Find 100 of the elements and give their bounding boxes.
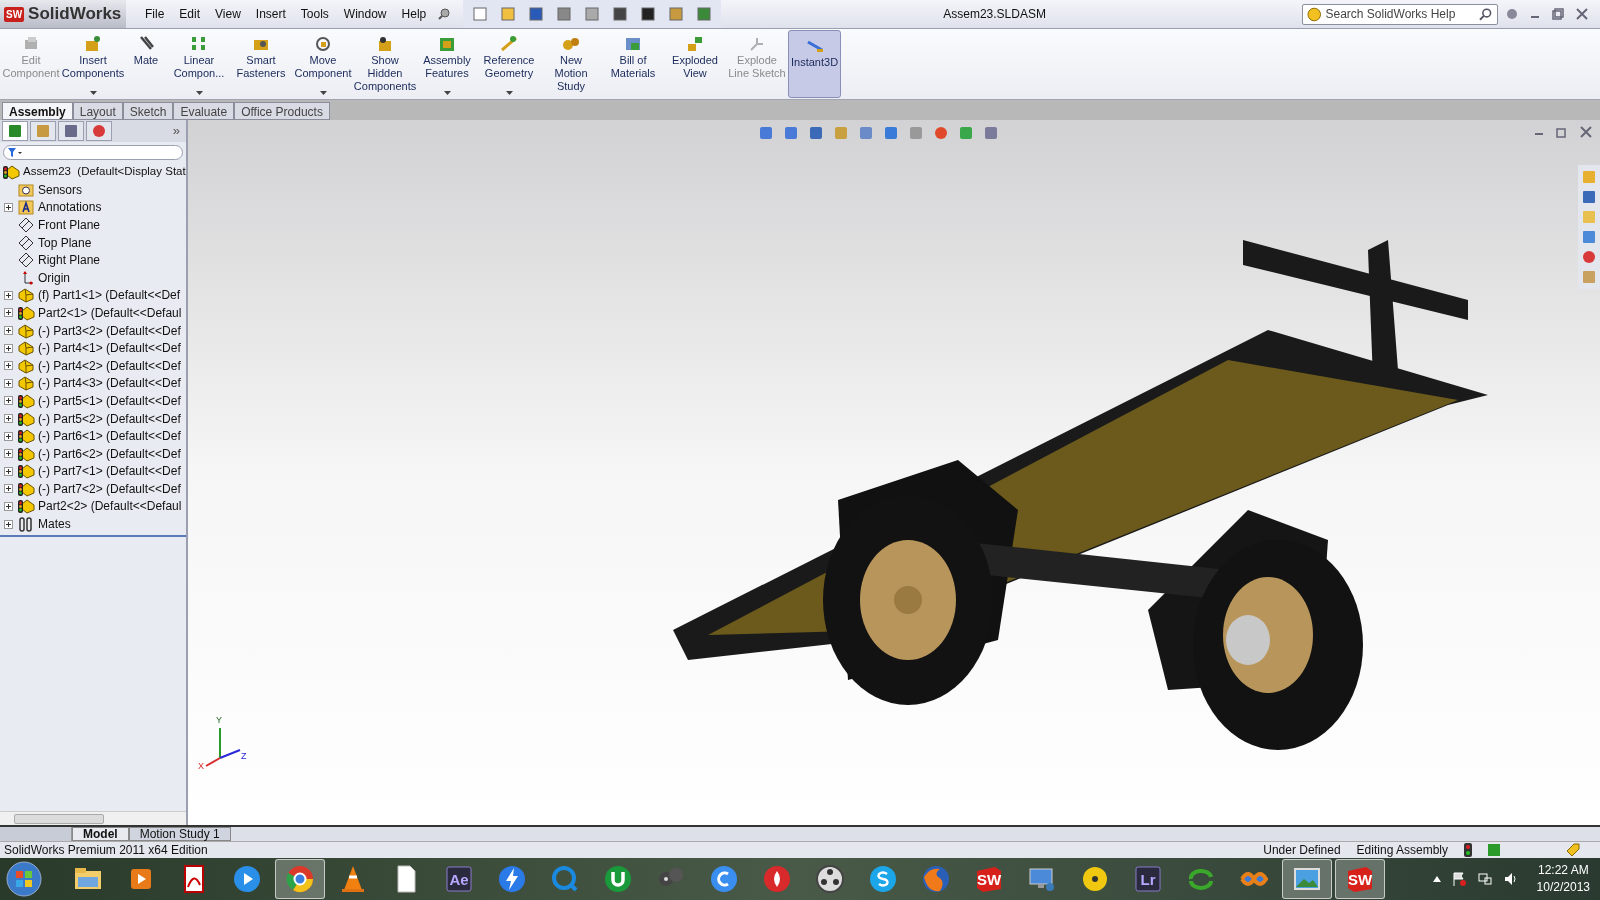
ribbon-button[interactable]: Assembly Features	[416, 29, 478, 99]
tree-item[interactable]: (-) Part5<1> (Default<<Def	[38, 391, 181, 410]
filter-field[interactable]	[3, 145, 183, 160]
command-tab[interactable]: Layout	[72, 102, 123, 120]
help-search-field[interactable]: Search SolidWorks Help	[1302, 3, 1498, 25]
view-tool-icon[interactable]	[883, 125, 899, 141]
command-tab[interactable]: Office Products	[234, 102, 330, 120]
ribbon-button[interactable]: Mate	[124, 29, 168, 99]
speaker-icon[interactable]	[1502, 871, 1519, 887]
command-tab[interactable]: Evaluate	[173, 102, 235, 120]
close-icon[interactable]	[1580, 126, 1592, 138]
tree-item[interactable]: (-) Part4<1> (Default<<Def	[38, 339, 181, 358]
expand-plus-icon[interactable]	[3, 378, 13, 388]
tree-item[interactable]: (-) Part5<2> (Default<<Def	[38, 409, 181, 428]
toolbar-icon[interactable]	[611, 5, 630, 23]
expand-plus-icon[interactable]	[3, 290, 13, 300]
expand-plus-icon[interactable]	[3, 484, 13, 494]
task-pane-icon[interactable]	[1581, 249, 1597, 265]
ribbon-button[interactable]: Insert Components	[62, 29, 124, 99]
tree-item[interactable]: Annotations	[38, 198, 102, 217]
filter-icon	[8, 147, 22, 158]
tree-item[interactable]: Part2<2> (Default<<Defaul	[38, 497, 182, 516]
tree-item[interactable]: (-) Part3<2> (Default<<Def	[38, 321, 181, 340]
expand-plus-icon[interactable]	[3, 466, 13, 476]
expand-plus-icon[interactable]	[3, 431, 13, 441]
tree-item[interactable]: (f) Part1<1> (Default<<Def	[38, 286, 181, 305]
pin-icon	[437, 7, 452, 21]
expand-plus-icon[interactable]	[3, 202, 13, 212]
view-tool-icon[interactable]	[783, 125, 799, 141]
restore-icon[interactable]	[1552, 8, 1564, 20]
task-pane-icon[interactable]	[1581, 229, 1597, 245]
bottom-tab[interactable]: Motion Study 1	[128, 827, 231, 841]
panel-tab[interactable]	[58, 121, 84, 141]
help-icon[interactable]	[1506, 8, 1518, 20]
taskbar-button[interactable]: SW	[1335, 859, 1385, 899]
taskbar-button[interactable]: SW	[964, 859, 1014, 899]
ribbon-button[interactable]: Show Hidden Components	[354, 29, 416, 99]
command-tab[interactable]: Sketch	[122, 102, 174, 120]
expand-chevron[interactable]: »	[172, 121, 180, 141]
tree-item[interactable]: (-) Part7<1> (Default<<Def	[38, 462, 181, 481]
expand-plus-icon[interactable]	[3, 308, 13, 318]
tree-item[interactable]: (-) Part6<1> (Default<<Def	[38, 427, 181, 446]
view-tool-icon[interactable]	[758, 125, 774, 141]
menu-item[interactable]: Help	[394, 5, 434, 23]
network-icon[interactable]	[1476, 871, 1493, 887]
tree-item[interactable]: (-) Part6<2> (Default<<Def	[38, 444, 181, 463]
bottom-tab[interactable]: Model	[72, 827, 129, 841]
menu-item[interactable]: File	[138, 5, 172, 23]
tree-item[interactable]: Sensors	[38, 180, 83, 199]
tree-item[interactable]: Top Plane	[38, 233, 92, 252]
taskbar-button[interactable]: Lr	[1123, 859, 1173, 899]
tree-item[interactable]: Mates	[38, 515, 71, 534]
panel-tab[interactable]	[2, 121, 28, 141]
ribbon-button[interactable]: New Motion Study	[540, 29, 602, 99]
view-tool-icon[interactable]	[983, 125, 999, 141]
command-tab[interactable]: Assembly	[2, 102, 73, 120]
view-tool-icon[interactable]	[808, 125, 824, 141]
expand-plus-icon[interactable]	[3, 519, 13, 529]
tree-item[interactable]: (-) Part4<2> (Default<<Def	[38, 356, 181, 375]
tray-arrow-icon[interactable]	[1432, 876, 1441, 882]
panel-tab[interactable]	[86, 121, 112, 141]
ribbon-button[interactable]: Instant3D	[788, 30, 842, 98]
menu-item[interactable]: Insert	[248, 5, 293, 23]
tree-item[interactable]: (-) Part7<2> (Default<<Def	[38, 479, 181, 498]
ribbon-button[interactable]: Bill of Materials	[602, 29, 664, 99]
toolbar-icon[interactable]	[639, 5, 658, 23]
expand-plus-icon[interactable]	[3, 502, 13, 511]
task-pane-icon[interactable]	[1581, 189, 1597, 205]
menu-item[interactable]: View	[208, 5, 248, 23]
ribbon-button[interactable]: Exploded View	[664, 29, 726, 99]
scrollbar-thumb[interactable]	[14, 813, 104, 824]
tree-item[interactable]: Right Plane	[38, 251, 101, 270]
flag-icon[interactable]	[1450, 871, 1467, 887]
tree-root-label[interactable]: Assem23 (Default<Display Stat	[23, 163, 186, 181]
ribbon-button[interactable]: Move Component	[292, 29, 354, 99]
icon-letters: Ae	[449, 871, 469, 887]
menu-item[interactable]: Tools	[293, 5, 336, 23]
restore-icon[interactable]	[1556, 126, 1568, 138]
ribbon-button[interactable]: Reference Geometry	[478, 29, 540, 99]
clock-date[interactable]: 10/2/2013	[1536, 879, 1590, 896]
expand-plus-icon[interactable]	[3, 326, 13, 336]
expand-plus-icon[interactable]	[3, 414, 13, 423]
close-icon[interactable]	[1576, 8, 1588, 20]
tree-item[interactable]: (-) Part4<3> (Default<<Def	[38, 374, 181, 393]
menu-item[interactable]: Edit	[172, 5, 208, 23]
view-tool-icon[interactable]	[933, 125, 949, 141]
expand-plus-icon[interactable]	[3, 361, 13, 371]
menu-item[interactable]: Window	[336, 5, 394, 23]
view-tool-icon[interactable]	[858, 125, 874, 141]
expand-plus-icon[interactable]	[3, 449, 13, 459]
expand-plus-icon[interactable]	[3, 343, 13, 353]
ribbon-button[interactable]: Linear Compon...	[168, 29, 230, 99]
tree-item[interactable]: Origin	[38, 268, 70, 287]
ribbon-button[interactable]: Smart Fasteners	[230, 29, 292, 99]
taskbar-button[interactable]: Ae	[434, 859, 484, 899]
help-search-input[interactable]: Search SolidWorks Help	[1325, 5, 1476, 23]
expand-plus-icon[interactable]	[3, 396, 13, 406]
clock-time[interactable]: 12:22 AM	[1537, 862, 1589, 879]
tree-item[interactable]: Front Plane	[38, 216, 101, 234]
tree-item[interactable]: Part2<1> (Default<<Defaul	[38, 303, 182, 322]
